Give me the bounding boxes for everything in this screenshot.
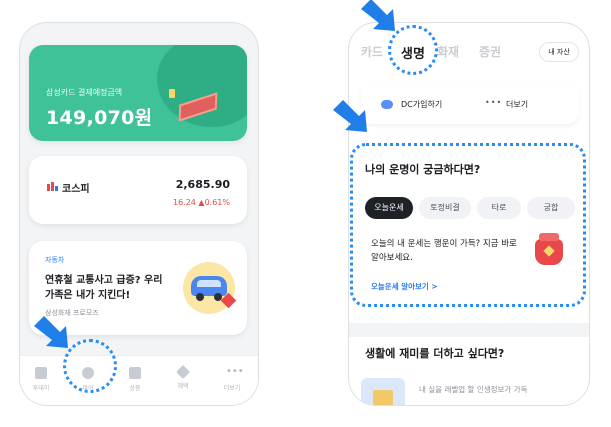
- arrow-icon: [333, 100, 367, 132]
- arrow-icon: [361, 0, 395, 31]
- arrow-icon: [34, 316, 68, 348]
- pointer-arrows: [34, 0, 395, 348]
